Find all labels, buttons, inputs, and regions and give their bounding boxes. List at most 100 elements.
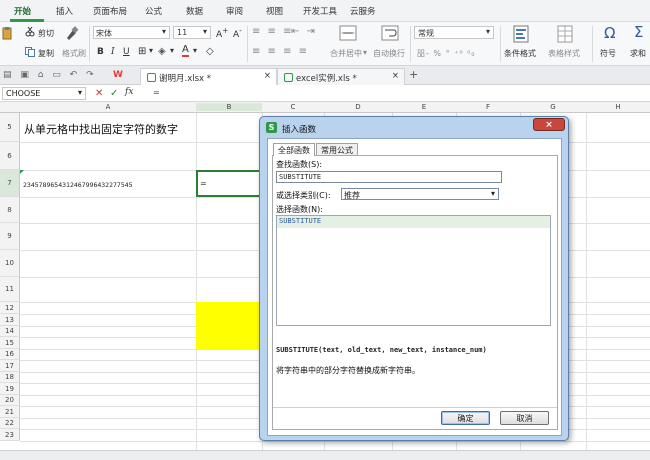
- column-header-b[interactable]: B: [196, 103, 262, 111]
- scissors-icon[interactable]: [25, 27, 35, 37]
- row-header[interactable]: 18: [0, 372, 20, 383]
- menu-tab-data[interactable]: 数据: [186, 5, 203, 17]
- chevron-down-icon[interactable]: ▾: [149, 46, 153, 55]
- menu-tab-view[interactable]: 视图: [266, 5, 283, 17]
- row-header[interactable]: 5: [0, 113, 20, 142]
- menu-tab-insert[interactable]: 插入: [56, 5, 73, 17]
- row-header[interactable]: 20: [0, 395, 20, 406]
- tab-common-formulas[interactable]: 常用公式: [316, 143, 358, 155]
- row-header[interactable]: 19: [0, 383, 20, 395]
- format-painter-button[interactable]: 格式刷: [62, 48, 86, 59]
- ok-button[interactable]: 确定: [441, 411, 490, 425]
- menu-tab-developer[interactable]: 开发工具: [303, 5, 337, 17]
- function-list[interactable]: SUBSTITUTE: [276, 215, 551, 326]
- row-header[interactable]: 14: [0, 326, 20, 337]
- align-left-icons[interactable]: ≡ ≡ ≡ ≡: [252, 46, 309, 57]
- search-input[interactable]: SUBSTITUTE: [276, 171, 502, 183]
- merge-center-button[interactable]: 合并居中: [330, 48, 362, 59]
- menu-tab-formulas[interactable]: 公式: [145, 5, 162, 17]
- quick-access-icons[interactable]: ▤ ▣ ⌂ ▭ ↶ ↷: [3, 70, 97, 80]
- close-icon[interactable]: ×: [264, 71, 271, 81]
- column-header-h[interactable]: H: [586, 103, 650, 111]
- cell-a7[interactable]: 2345789654312467996432277545: [23, 181, 133, 189]
- row-header[interactable]: 7: [0, 170, 20, 197]
- column-header-f[interactable]: F: [456, 103, 520, 111]
- cut-button[interactable]: 剪切: [38, 28, 54, 39]
- brush-icon[interactable]: [64, 25, 80, 41]
- chevron-down-icon[interactable]: ▾: [193, 46, 197, 55]
- category-select[interactable]: 推荐 ▾: [341, 188, 499, 200]
- menu-tab-cloud[interactable]: 云服务: [350, 5, 376, 17]
- sigma-icon[interactable]: Σ: [634, 23, 643, 41]
- font-name-select[interactable]: 宋体 ▾: [93, 26, 170, 39]
- row-header[interactable]: 9: [0, 223, 20, 250]
- italic-icon[interactable]: I: [111, 47, 115, 57]
- column-header-e[interactable]: E: [392, 103, 456, 111]
- add-tab-icon[interactable]: +: [409, 68, 418, 81]
- menu-tab-home[interactable]: 开始: [14, 5, 31, 17]
- highlighted-cells[interactable]: [196, 302, 262, 349]
- underline-icon[interactable]: U: [123, 47, 130, 57]
- row-header[interactable]: 10: [0, 250, 20, 277]
- chevron-down-icon[interactable]: ▾: [170, 46, 174, 55]
- row-header[interactable]: 15: [0, 337, 20, 349]
- formula-input[interactable]: =: [147, 87, 647, 100]
- row-header[interactable]: 11: [0, 277, 20, 302]
- merge-cells-icon[interactable]: [339, 25, 357, 41]
- column-header-a[interactable]: A: [20, 103, 196, 111]
- cancel-icon[interactable]: ✕: [95, 88, 103, 99]
- list-item-selected[interactable]: SUBSTITUTE: [277, 216, 550, 228]
- cell-a5[interactable]: 从单元格中找出固定字符的数字: [24, 121, 178, 137]
- fill-color-icon[interactable]: ◈: [158, 46, 166, 57]
- row-header[interactable]: 21: [0, 406, 20, 418]
- insert-function-icon[interactable]: fx: [125, 87, 133, 97]
- row-header[interactable]: 16: [0, 349, 20, 360]
- copy-button[interactable]: 复制: [38, 48, 54, 59]
- wrap-text-icon[interactable]: [381, 25, 399, 41]
- bold-icon[interactable]: B: [97, 47, 104, 57]
- row-header[interactable]: 13: [0, 314, 20, 326]
- gridline: [586, 113, 587, 453]
- row-header[interactable]: 22: [0, 418, 20, 429]
- row-header[interactable]: 12: [0, 302, 20, 314]
- active-cell-b7[interactable]: =: [196, 170, 262, 197]
- symbol-button[interactable]: 符号: [600, 48, 616, 59]
- chevron-down-icon[interactable]: ▾: [363, 48, 367, 57]
- name-box[interactable]: CHOOSE ▾: [2, 87, 86, 100]
- shrink-font-icon[interactable]: A-: [233, 26, 242, 40]
- row-header[interactable]: 17: [0, 360, 20, 372]
- menu-tab-review[interactable]: 审阅: [226, 5, 243, 17]
- column-header-d[interactable]: D: [324, 103, 392, 111]
- font-color-icon[interactable]: A: [182, 45, 189, 57]
- grow-font-icon[interactable]: A+: [216, 26, 228, 40]
- clear-format-icon[interactable]: ◇: [206, 46, 214, 57]
- omega-icon[interactable]: Ω: [604, 24, 615, 42]
- column-header-c[interactable]: C: [262, 103, 324, 111]
- close-icon[interactable]: ×: [392, 71, 399, 81]
- row-header[interactable]: 8: [0, 197, 20, 223]
- copy-icon[interactable]: [25, 47, 35, 57]
- confirm-icon[interactable]: ✓: [110, 88, 118, 99]
- wrap-text-button[interactable]: 自动换行: [373, 48, 405, 59]
- table-style-button[interactable]: 表格样式: [548, 48, 580, 59]
- table-style-icon[interactable]: [557, 25, 573, 43]
- cancel-button[interactable]: 取消: [500, 411, 549, 425]
- column-header-g[interactable]: G: [520, 103, 586, 111]
- row-header[interactable]: 23: [0, 429, 20, 441]
- doc-tab-1[interactable]: 谢明月.xlsx * ×: [140, 68, 277, 85]
- indent-icons[interactable]: ⇤ ⇥: [291, 26, 317, 37]
- paste-icon[interactable]: [2, 26, 12, 40]
- border-icon[interactable]: ⊞: [138, 46, 146, 57]
- menu-tab-page-layout[interactable]: 页面布局: [93, 5, 127, 17]
- align-top-icons[interactable]: ≡ ≡ ≡: [252, 26, 294, 37]
- close-button[interactable]: ×: [533, 118, 565, 131]
- sum-button[interactable]: 求和: [630, 48, 646, 59]
- conditional-format-button[interactable]: 条件格式: [504, 48, 536, 59]
- font-size-select[interactable]: 11 ▾: [173, 26, 211, 39]
- conditional-format-icon[interactable]: [513, 25, 529, 43]
- doc-tab-2[interactable]: excel实例.xls * ×: [277, 68, 405, 85]
- number-format-select[interactable]: 常规 ▾: [414, 26, 494, 39]
- number-format-icons[interactable]: 㗊- % ° ⁺⁰ ⁰₀: [417, 48, 476, 59]
- row-header[interactable]: 6: [0, 142, 20, 170]
- tab-all-functions[interactable]: 全部函数: [273, 143, 315, 156]
